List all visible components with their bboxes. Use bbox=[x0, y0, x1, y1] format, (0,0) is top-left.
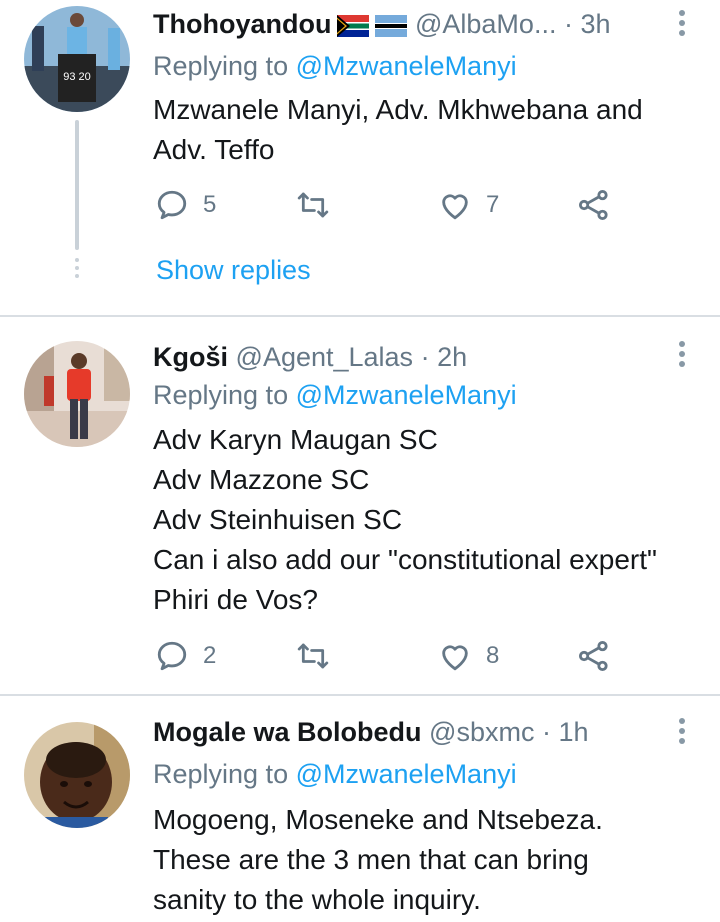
like-button[interactable]: 7 bbox=[438, 188, 499, 222]
more-options-icon[interactable] bbox=[678, 718, 686, 748]
tweet-text-line: Adv Karyn Maugan SC bbox=[153, 424, 438, 455]
thread-line bbox=[75, 120, 79, 250]
action-bar: 2 8 bbox=[155, 639, 625, 679]
retweet-button[interactable] bbox=[295, 639, 345, 673]
tweet-header: Mogale wa Bolobedu @sbxmc · 1h bbox=[153, 714, 660, 750]
reply-count: 5 bbox=[203, 191, 217, 218]
share-icon bbox=[578, 189, 608, 221]
tweet-3[interactable]: Mogale wa Bolobedu @sbxmc · 1h Replying … bbox=[0, 696, 720, 922]
like-button[interactable]: 8 bbox=[438, 639, 499, 673]
retweet-icon bbox=[297, 192, 329, 218]
tweet-text: Mogoeng, Moseneke and Ntsebeza. These ar… bbox=[153, 800, 696, 920]
timestamp[interactable]: 1h bbox=[558, 717, 588, 747]
tweet-header: Kgoši @Agent_Lalas · 2h bbox=[153, 339, 660, 375]
reply-count: 2 bbox=[203, 642, 217, 669]
like-count: 8 bbox=[486, 642, 500, 669]
svg-text:93 20: 93 20 bbox=[63, 71, 91, 83]
avatar[interactable] bbox=[24, 722, 130, 828]
display-name[interactable]: Mogale wa Bolobedu bbox=[153, 717, 422, 747]
reply-icon bbox=[157, 641, 187, 671]
avatar[interactable] bbox=[24, 341, 130, 447]
replying-to-label: Replying to bbox=[153, 759, 289, 789]
timestamp[interactable]: 3h bbox=[580, 9, 610, 39]
tweet-text-line: Adv. Teffo bbox=[153, 134, 275, 165]
south-africa-flag-icon bbox=[337, 10, 370, 46]
show-replies-link[interactable]: Show replies bbox=[156, 255, 311, 286]
tweet-text-line: Mzwanele Manyi, Adv. Mkhwebana and bbox=[153, 94, 643, 125]
mention-link[interactable]: @MzwaneleManyi bbox=[296, 51, 517, 81]
thread-dots bbox=[75, 258, 79, 282]
action-bar: 5 7 bbox=[155, 188, 625, 228]
tweet-text: Mzwanele Manyi, Adv. Mkhwebana and Adv. … bbox=[153, 90, 696, 170]
more-options-icon[interactable] bbox=[678, 10, 686, 40]
more-options-icon[interactable] bbox=[678, 341, 686, 371]
tweet-text-line: sanity to the whole inquiry. bbox=[153, 884, 481, 915]
handle[interactable]: @Agent_Lalas bbox=[236, 342, 414, 372]
tweet-text-line: Can i also add our "constitutional exper… bbox=[153, 544, 657, 575]
tweet-text: Adv Karyn Maugan SC Adv Mazzone SC Adv S… bbox=[153, 420, 696, 620]
replying-to-label: Replying to bbox=[153, 380, 289, 410]
tweet-text-line: These are the 3 men that can bring bbox=[153, 844, 589, 875]
reply-button[interactable]: 5 bbox=[155, 188, 216, 222]
handle[interactable]: @AlbaMo... bbox=[415, 9, 556, 39]
timestamp[interactable]: 2h bbox=[437, 342, 467, 372]
retweet-button[interactable] bbox=[295, 188, 345, 222]
botswana-flag-icon bbox=[375, 10, 408, 46]
display-name[interactable]: Kgoši bbox=[153, 342, 228, 372]
share-icon bbox=[578, 640, 608, 672]
tweet-1[interactable]: 93 20 Thohoyandou @AlbaMo... · 3h Replyi… bbox=[0, 0, 720, 315]
tweet-text-line: Phiri de Vos? bbox=[153, 584, 318, 615]
replying-to-label: Replying to bbox=[153, 51, 289, 81]
retweet-icon bbox=[297, 643, 329, 669]
separator: · bbox=[563, 9, 573, 39]
handle[interactable]: @sbxmc bbox=[429, 717, 534, 747]
like-count: 7 bbox=[486, 191, 500, 218]
heart-icon bbox=[442, 194, 468, 220]
tweet-2[interactable]: Kgoši @Agent_Lalas · 2h Replying to @Mzw… bbox=[0, 317, 720, 694]
share-button[interactable] bbox=[577, 188, 611, 222]
reply-button[interactable]: 2 bbox=[155, 639, 216, 673]
reply-icon bbox=[157, 190, 187, 220]
tweet-text-line: Adv Mazzone SC bbox=[153, 464, 370, 495]
replying-to: Replying to @MzwaneleManyi bbox=[153, 377, 517, 413]
heart-icon bbox=[442, 645, 468, 671]
share-button[interactable] bbox=[577, 639, 611, 673]
separator: · bbox=[420, 342, 430, 372]
tweet-text-line: Adv Steinhuisen SC bbox=[153, 504, 403, 535]
display-name[interactable]: Thohoyandou bbox=[153, 9, 331, 39]
mention-link[interactable]: @MzwaneleManyi bbox=[296, 380, 517, 410]
separator: · bbox=[541, 717, 551, 747]
tweet-text-line: Mogoeng, Moseneke and Ntsebeza. bbox=[153, 804, 603, 835]
mention-link[interactable]: @MzwaneleManyi bbox=[296, 759, 517, 789]
tweet-header: Thohoyandou @AlbaMo... · 3h bbox=[153, 6, 660, 46]
avatar[interactable]: 93 20 bbox=[24, 6, 130, 112]
replying-to: Replying to @MzwaneleManyi bbox=[153, 756, 517, 792]
replying-to: Replying to @MzwaneleManyi bbox=[153, 48, 517, 84]
